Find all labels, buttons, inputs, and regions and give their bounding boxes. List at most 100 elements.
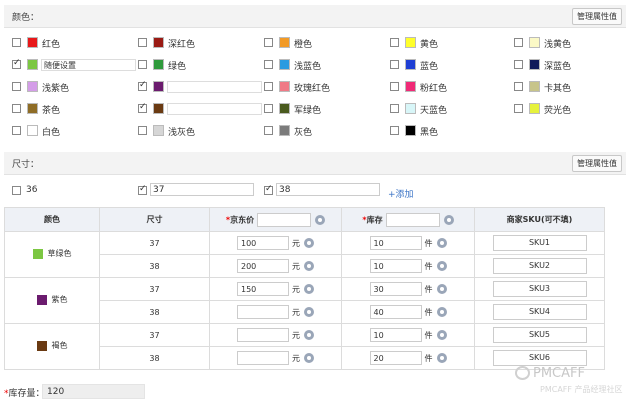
color-checkbox[interactable]: [264, 60, 273, 69]
stock-unit: 件: [424, 330, 433, 340]
color-swatch: [36, 340, 47, 351]
color-checkbox[interactable]: [514, 60, 523, 69]
stock-cell: 30 件: [341, 277, 475, 301]
color-checkbox[interactable]: [12, 104, 21, 113]
color-name-input[interactable]: [167, 103, 262, 115]
color-checkbox[interactable]: [514, 82, 523, 91]
gear-icon[interactable]: [436, 307, 447, 317]
sku-input[interactable]: SKU2: [492, 258, 587, 274]
size-cell: 38: [99, 300, 210, 324]
gear-icon[interactable]: [304, 353, 314, 363]
price-unit: 元: [292, 330, 300, 340]
table-row: 草绿色 37 100 元 10 件 SKU1: [4, 231, 605, 278]
price-input[interactable]: 200: [237, 259, 289, 273]
stock-input[interactable]: 10: [369, 328, 422, 342]
gear-icon[interactable]: [436, 284, 447, 294]
color-checkbox[interactable]: [138, 60, 147, 69]
header-sku: 商家SKU(可不填): [474, 207, 605, 232]
batch-stock-input[interactable]: [385, 212, 440, 227]
stock-input[interactable]: 40: [369, 305, 422, 319]
gear-icon[interactable]: [443, 214, 454, 225]
color-label: 粉红色: [420, 84, 448, 94]
color-checkbox[interactable]: [390, 38, 399, 47]
color-checkbox[interactable]: [390, 60, 399, 69]
color-label: 灰色: [294, 128, 313, 138]
price-input[interactable]: 100: [237, 236, 289, 250]
size-value-input[interactable]: 37: [150, 183, 254, 196]
stock-input[interactable]: 20: [369, 351, 422, 365]
size-label: 36: [26, 185, 38, 195]
color-label: 黄色: [420, 40, 439, 50]
color-checkbox[interactable]: [12, 126, 21, 135]
gear-icon[interactable]: [304, 238, 314, 248]
price-input[interactable]: [237, 328, 289, 342]
stock-unit: 件: [424, 353, 433, 363]
batch-price-input[interactable]: [257, 212, 312, 227]
color-swatch: [279, 125, 290, 136]
color-checkbox[interactable]: [264, 38, 273, 47]
gear-icon[interactable]: [436, 238, 447, 248]
price-input[interactable]: [237, 351, 289, 365]
stock-input[interactable]: 10: [369, 236, 422, 250]
color-checkbox[interactable]: [12, 82, 21, 91]
size-checkbox[interactable]: [12, 186, 21, 195]
color-checkbox[interactable]: [138, 80, 147, 91]
color-checkbox[interactable]: [390, 126, 399, 135]
gear-icon[interactable]: [436, 261, 447, 271]
size-value-input[interactable]: 38: [276, 183, 380, 196]
color-checkbox[interactable]: [138, 102, 147, 113]
gear-icon[interactable]: [304, 284, 314, 294]
gear-icon[interactable]: [436, 353, 447, 363]
manage-sizes-button[interactable]: 管理属性值: [572, 155, 622, 172]
color-label: 浅黄色: [544, 40, 572, 50]
gear-icon[interactable]: [304, 330, 314, 340]
table-row: 褐色 37 元 10 件 SKU5: [4, 323, 605, 370]
color-label: 深红色: [168, 40, 196, 50]
color-label: 白色: [42, 128, 61, 138]
stock-total-label: *库存量：: [4, 389, 45, 399]
sku-input[interactable]: SKU5: [492, 327, 587, 343]
color-name-input[interactable]: [167, 81, 262, 93]
stock-input[interactable]: 10: [369, 259, 422, 273]
color-checkbox[interactable]: [390, 82, 399, 91]
color-checkbox[interactable]: [514, 104, 523, 113]
color-checkbox[interactable]: [390, 104, 399, 113]
stock-total-row: *库存量： 120: [0, 382, 632, 401]
color-name-input[interactable]: 随便设置: [41, 59, 136, 71]
size-checkbox[interactable]: [264, 184, 273, 195]
color-cell: 紫色: [4, 277, 100, 324]
color-checkbox[interactable]: [138, 126, 147, 135]
price-input[interactable]: 150: [237, 282, 289, 296]
sku-input[interactable]: SKU1: [492, 235, 587, 251]
gear-icon[interactable]: [304, 307, 314, 317]
price-cell: 元: [209, 323, 342, 347]
price-cell: 元: [209, 300, 342, 324]
color-swatch: [27, 125, 38, 136]
add-size-link[interactable]: +添加: [388, 187, 414, 200]
color-swatch: [405, 103, 416, 114]
sku-table-body: 草绿色 37 100 元 10 件 SKU1 38 200 元 10 件 SKU2 紫色 37 150 元 30 件…: [4, 231, 605, 370]
price-input[interactable]: [237, 305, 289, 319]
color-checkbox[interactable]: [12, 58, 21, 69]
color-swatch: [405, 37, 416, 48]
color-checkbox[interactable]: [12, 38, 21, 47]
gear-icon[interactable]: [436, 330, 447, 340]
manage-colors-button[interactable]: 管理属性值: [572, 8, 622, 25]
color-label: 蓝色: [420, 62, 439, 72]
gear-icon[interactable]: [304, 261, 314, 271]
color-swatch: [279, 59, 290, 70]
table-header-row: 颜色 尺寸 *京东价 *库存 商家SKU(可不填): [4, 207, 605, 232]
color-checkbox[interactable]: [514, 38, 523, 47]
sku-cell: SKU3: [474, 277, 605, 301]
gear-icon[interactable]: [315, 214, 326, 225]
color-checkbox[interactable]: [138, 38, 147, 47]
color-checkbox[interactable]: [264, 82, 273, 91]
sku-input[interactable]: SKU3: [492, 281, 587, 297]
sku-input[interactable]: SKU6: [492, 350, 587, 366]
color-swatch: [153, 37, 164, 48]
sku-input[interactable]: SKU4: [492, 304, 587, 320]
size-checkbox[interactable]: [138, 184, 147, 195]
color-checkbox[interactable]: [264, 104, 273, 113]
color-checkbox[interactable]: [264, 126, 273, 135]
stock-input[interactable]: 30: [369, 282, 422, 296]
